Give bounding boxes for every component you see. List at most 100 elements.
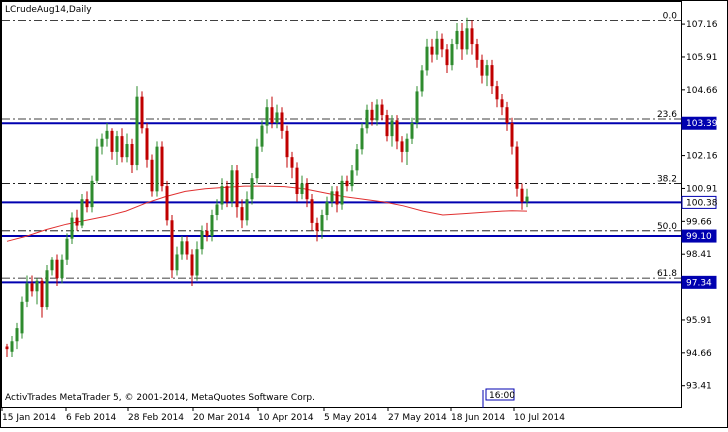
candle-body — [225, 186, 229, 202]
candle-body — [440, 38, 444, 50]
candle — [170, 215, 174, 279]
candle-body — [255, 146, 259, 179]
candle — [150, 154, 154, 197]
candle-body — [315, 222, 319, 231]
candle-body — [455, 30, 459, 45]
candle — [160, 141, 164, 192]
y-tick-label: 107.16 — [686, 20, 718, 30]
candle-body — [10, 341, 14, 352]
candle-body — [325, 201, 329, 216]
candle-body — [260, 125, 264, 147]
candle-body — [400, 141, 404, 152]
candle-body — [450, 44, 454, 66]
x-tick-label: 5 May 2014 — [324, 413, 377, 423]
y-tick-label: 94.66 — [686, 349, 712, 359]
candle-body — [60, 259, 64, 279]
candle-body — [310, 199, 314, 223]
candle-body — [15, 328, 19, 342]
candle — [515, 141, 519, 197]
x-tick-label: 28 Feb 2014 — [128, 413, 184, 423]
candle-body — [380, 104, 384, 116]
candle-body — [465, 28, 469, 50]
candle-body — [525, 196, 529, 202]
candle-body — [80, 199, 84, 226]
candle-body — [65, 238, 69, 260]
candle-body — [100, 138, 104, 147]
candle-body — [340, 180, 344, 205]
candle-body — [5, 346, 9, 350]
candle-body — [150, 159, 154, 192]
candle-body — [345, 180, 349, 187]
candle-body — [105, 130, 109, 139]
x-tick-label: 15 Jan 2014 — [2, 413, 56, 423]
y-tick-label: 95.91 — [686, 316, 712, 326]
candle-body — [480, 59, 484, 76]
x-tick-label: 6 Feb 2014 — [66, 413, 117, 423]
fib-label-2: 38.2 — [657, 174, 677, 184]
candle-body — [485, 65, 489, 76]
candle-body — [280, 112, 284, 131]
candle-body — [475, 44, 479, 60]
candle-body — [500, 99, 504, 108]
candle-body — [300, 183, 304, 194]
candle-body — [95, 146, 99, 181]
fib-label-1: 23.6 — [657, 110, 677, 120]
y-tick-label: 100.91 — [686, 184, 718, 194]
candle — [415, 86, 419, 129]
candle-body — [405, 138, 409, 152]
chart-frame — [0, 0, 728, 428]
candle-body — [170, 220, 174, 271]
candle-body — [520, 188, 524, 202]
x-tick-label: 10 Apr 2014 — [258, 413, 314, 423]
candle — [90, 175, 94, 213]
candle-body — [410, 122, 414, 139]
candle-body — [70, 217, 74, 239]
candle-body — [490, 65, 494, 87]
candle-body — [210, 215, 214, 237]
candle-body — [370, 109, 374, 121]
candle-body — [75, 217, 79, 226]
candle-body — [35, 280, 39, 292]
candle-body — [200, 230, 204, 250]
fib-label-4: 61.8 — [657, 269, 677, 279]
fib-label-0: 0.0 — [663, 11, 678, 21]
y-tick-label: 104.66 — [686, 86, 718, 96]
candle-body — [270, 107, 274, 123]
candle-body — [135, 96, 139, 166]
price-chart-window[interactable]: 0.0 23.6 38.2 50.0 61.8 107.16 105.91 104.66 10… — [0, 0, 728, 428]
price-box-label-support-99-10: 99.10 — [686, 232, 712, 242]
time-marker-label: 16:00 — [489, 391, 515, 401]
candle-body — [85, 199, 89, 208]
candle-body — [510, 122, 514, 147]
candle — [230, 165, 234, 208]
candle-body — [115, 136, 119, 152]
candle-body — [390, 120, 394, 137]
candle-body — [285, 130, 289, 158]
candle-body — [155, 146, 159, 192]
candle — [135, 86, 139, 171]
candle-body — [460, 30, 464, 50]
candle-body — [445, 49, 449, 66]
candle-body — [420, 70, 424, 92]
candle-body — [40, 280, 44, 308]
candle-body — [365, 109, 369, 129]
candle-body — [30, 283, 34, 292]
y-tick-label: 98.41 — [686, 250, 712, 260]
candle-body — [55, 259, 59, 279]
price-box-label-support-97-34: 97.34 — [686, 278, 712, 288]
candle-body — [240, 207, 244, 221]
fib-label-3: 50.0 — [657, 222, 677, 232]
candle-body — [90, 180, 94, 208]
candlestick-chart[interactable]: 0.0 23.6 38.2 50.0 61.8 107.16 105.91 104.66 10… — [0, 0, 728, 428]
candle — [45, 264, 49, 310]
candle-body — [320, 215, 324, 231]
candle-body — [355, 149, 359, 171]
symbol-title: LCrudeAug14,Daily — [5, 5, 92, 15]
x-tick-label: 20 Mar 2014 — [193, 413, 250, 423]
y-tick-label: 105.91 — [686, 53, 718, 63]
candle — [140, 91, 144, 134]
y-tick-label: 99.66 — [686, 217, 712, 227]
candle-body — [25, 283, 29, 302]
watermark: ActivTrades MetaTrader 5, © 2001-2014, M… — [5, 393, 315, 403]
candle-body — [130, 144, 134, 166]
